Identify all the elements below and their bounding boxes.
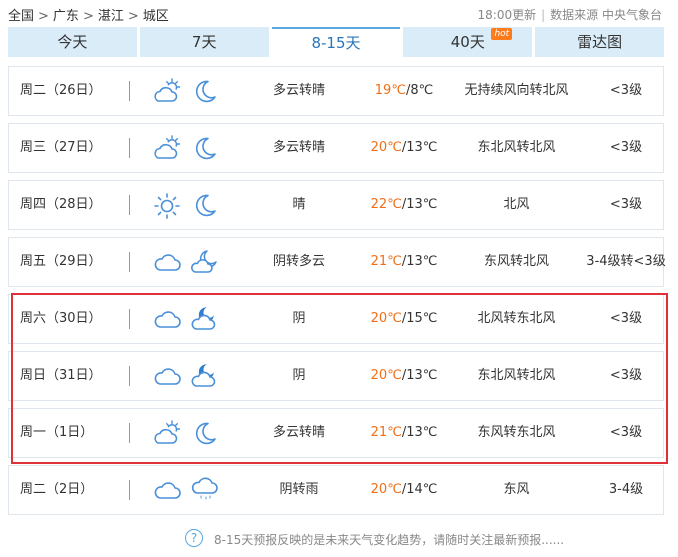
partly-cloudy-sun-icon [153,78,181,104]
temperature-high: 20℃ [370,482,402,497]
update-time: 18:00更新 [477,8,537,22]
temperature-low: /13℃ [401,140,438,155]
breadcrumb-item-city[interactable]: 湛江 [98,9,124,24]
moon-icon [191,134,219,162]
tab-today[interactable]: 今天 [8,27,137,57]
row-divider [129,81,130,101]
temperature-low: /13℃ [401,197,438,212]
forecast-tabs: 今天 7天 8-15天 40天 hot 雷达图 [8,27,664,57]
wind-direction: 东北风转北风 [477,140,556,155]
sun-icon [153,192,181,219]
weather-desc: 晴 [292,197,306,212]
forecast-date: 周二（2日） [20,482,94,497]
weather-desc: 阴转雨 [279,482,319,497]
forecast-date: 周五（29日） [20,254,102,269]
row-divider [129,480,130,500]
row-divider [129,138,130,158]
tab-8-15-days[interactable]: 8-15天 [271,27,401,57]
temperature-low: /8℃ [405,83,434,98]
temperature-high: 21℃ [370,254,402,269]
weather-desc: 多云转晴 [272,140,325,155]
forecast-row: 周三（27日） 多云转晴 20℃/13℃ 东北风转北风 <3级 [8,123,664,173]
rain-cloud-icon [191,476,219,504]
cloud-icon [153,249,181,275]
highlight-box [11,293,668,464]
cloudy-moon-icon [191,248,219,276]
forecast-date: 周四（28日） [20,197,102,212]
breadcrumb-separator: > [82,9,94,24]
forecast-row: 周四（28日） 晴 22℃/13℃ 北风 <3级 [8,180,664,230]
moon-icon [191,77,219,105]
temperature-range: 21℃/13℃ [354,238,454,286]
temperature-high: 22℃ [370,197,402,212]
tab-7-days[interactable]: 7天 [139,27,269,57]
temperature-range: 19℃/8℃ [354,67,454,115]
breadcrumb-item-province[interactable]: 广东 [53,9,79,24]
help-icon[interactable]: ? [185,529,203,547]
breadcrumb-item-district: 城区 [142,9,169,24]
top-bar: 全国 > 广东 > 湛江 > 城区 18:00更新 | 数据来源 中央气象台 [0,0,678,26]
breadcrumb-item-country[interactable]: 全国 [8,9,34,24]
weather-desc: 多云转晴 [272,83,325,98]
wind-direction: 东风 [503,482,530,497]
temperature-high: 20℃ [370,140,402,155]
hot-badge: hot [491,28,513,40]
breadcrumb-separator: > [127,9,139,24]
partly-cloudy-sun-icon [153,135,181,161]
cloud-icon [153,477,181,503]
wind-level: <3级 [609,197,643,212]
footer: ? 8-15天预报反映的是未来天气变化趋势，请随时关注最新预报...... [0,528,678,554]
moon-icon [191,191,219,219]
forecast-row: 周五（29日） 阴转多云 21℃/13℃ 东风转北风 3-4级转<3级 [8,237,666,287]
wind-direction: 北风 [503,197,530,212]
forecast-row: 周二（26日） 多云转晴 19℃/8℃ 无持续风向转北风 <3级 [8,66,664,116]
row-divider [129,252,130,272]
temperature-range: 20℃/14℃ [354,466,454,514]
breadcrumb-separator: > [38,9,49,24]
wind-level: <3级 [609,83,643,98]
wind-level: 3-4级转<3级 [586,254,666,269]
tab-radar[interactable]: 雷达图 [535,27,664,57]
temperature-high: 19℃ [374,83,406,98]
data-source: 数据来源 中央气象台 [550,8,662,22]
temperature-range: 22℃/13℃ [354,181,454,229]
tab-40-days-label: 40天 [450,33,485,51]
forecast-date: 周三（27日） [20,140,102,155]
forecast-note: 8-15天预报反映的是未来天气变化趋势，请随时关注最新预报...... [214,533,565,547]
update-meta: 18:00更新 | 数据来源 中央气象台 [477,8,662,22]
weather-desc: 阴转多云 [272,254,325,269]
temperature-low: /14℃ [401,482,438,497]
wind-direction: 无持续风向转北风 [464,83,569,98]
tab-40-days[interactable]: 40天 hot [403,27,533,57]
forecast-date: 周二（26日） [20,83,102,98]
wind-direction: 东风转北风 [483,254,549,269]
wind-level: 3-4级 [608,482,644,497]
breadcrumb: 全国 > 广东 > 湛江 > 城区 [8,5,169,24]
wind-level: <3级 [609,140,643,155]
row-divider [129,195,130,215]
temperature-range: 20℃/13℃ [354,124,454,172]
forecast-row: 周二（2日） 阴转雨 20℃/14℃ 东风 3-4级 [8,465,664,515]
temperature-low: /13℃ [401,254,438,269]
